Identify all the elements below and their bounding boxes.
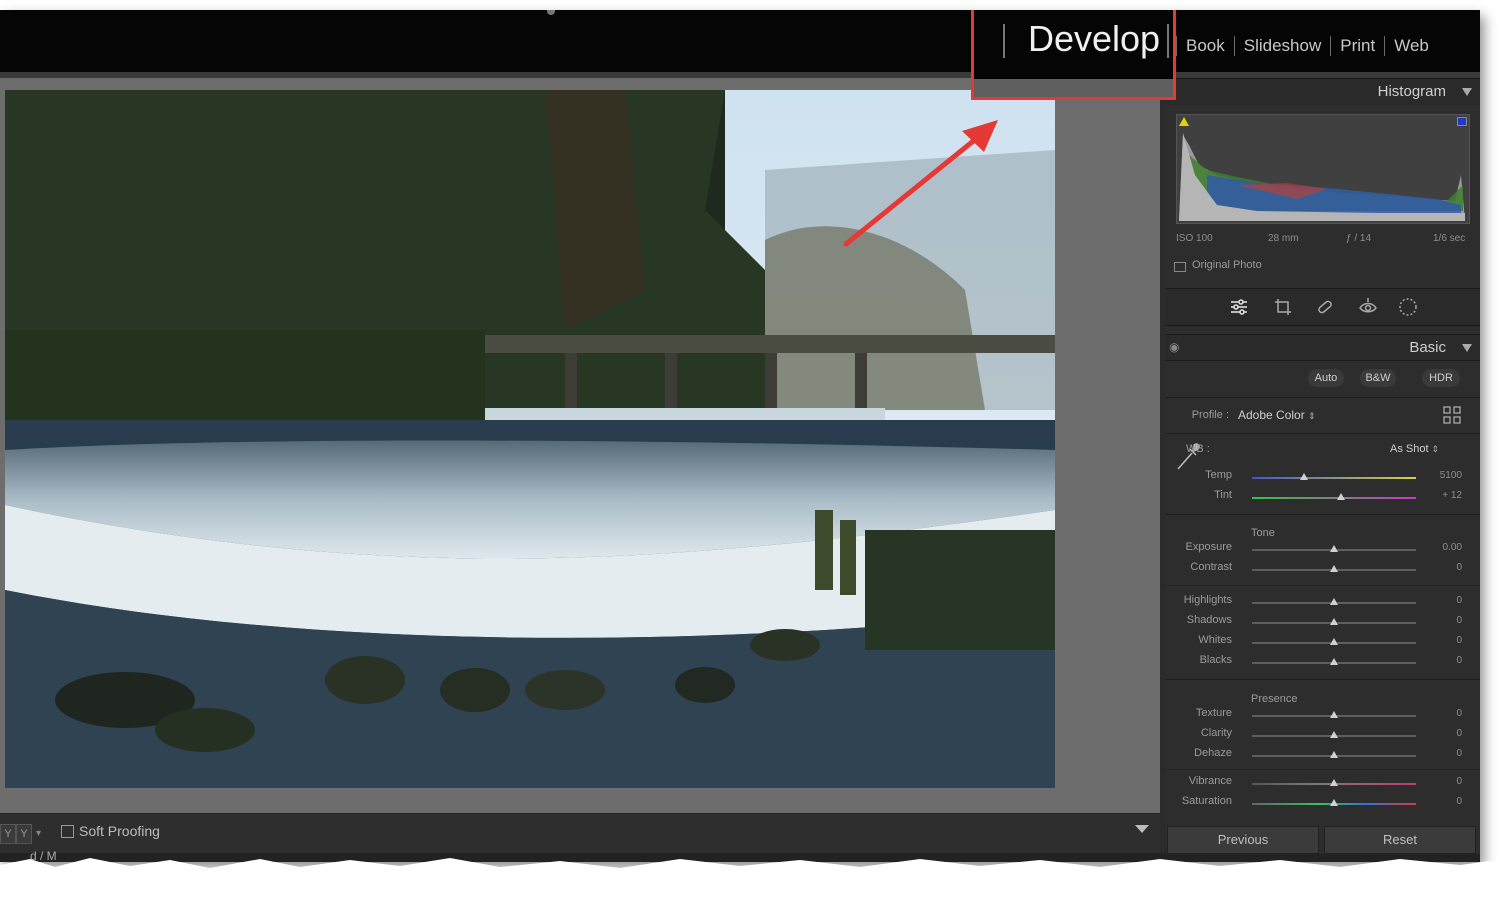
torn-edge: [0, 858, 1511, 897]
callout-arrow-icon: [843, 120, 998, 247]
